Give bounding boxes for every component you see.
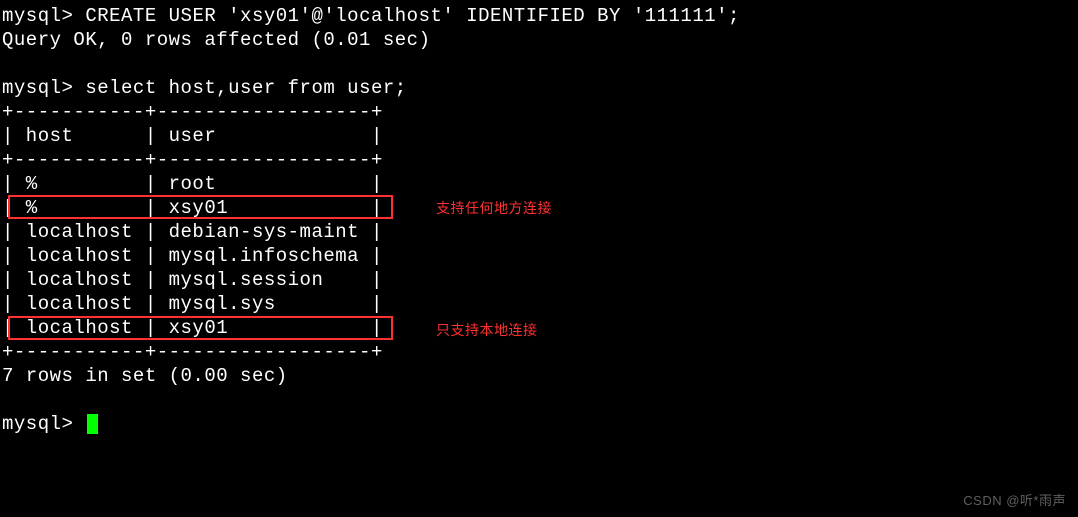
table-header-row: | host | user | bbox=[2, 124, 1076, 148]
table-row: | localhost | xsy01 | bbox=[2, 316, 1076, 340]
rows-in-set: 7 rows in set (0.00 sec) bbox=[2, 364, 1076, 388]
query-result-1: Query OK, 0 rows affected (0.01 sec) bbox=[2, 28, 1076, 52]
table-row: | localhost | mysql.sys | bbox=[2, 292, 1076, 316]
cmd-line-1: mysql> CREATE USER 'xsy01'@'localhost' I… bbox=[2, 4, 1076, 28]
cursor-icon bbox=[87, 414, 98, 434]
table-border-bot: +-----------+------------------+ bbox=[2, 340, 1076, 364]
prompt-line[interactable]: mysql> bbox=[2, 412, 1076, 436]
blank-line bbox=[2, 52, 1076, 76]
table-row: | localhost | debian-sys-maint | bbox=[2, 220, 1076, 244]
table-row: | localhost | mysql.session | bbox=[2, 268, 1076, 292]
table-row: | % | root | bbox=[2, 172, 1076, 196]
blank-line bbox=[2, 388, 1076, 412]
mysql-prompt: mysql> bbox=[2, 77, 85, 99]
table-border-mid: +-----------+------------------+ bbox=[2, 148, 1076, 172]
select-cmd: select host,user from user; bbox=[85, 77, 406, 99]
table-border-top: +-----------+------------------+ bbox=[2, 100, 1076, 124]
mysql-prompt: mysql> bbox=[2, 413, 85, 435]
table-row: | localhost | mysql.infoschema | bbox=[2, 244, 1076, 268]
table-row: | % | xsy01 | bbox=[2, 196, 1076, 220]
mysql-prompt: mysql> bbox=[2, 5, 85, 27]
cmd-line-2: mysql> select host,user from user; bbox=[2, 76, 1076, 100]
create-user-cmd: CREATE USER 'xsy01'@'localhost' IDENTIFI… bbox=[85, 5, 740, 27]
watermark-text: CSDN @听*雨声 bbox=[963, 490, 1066, 509]
